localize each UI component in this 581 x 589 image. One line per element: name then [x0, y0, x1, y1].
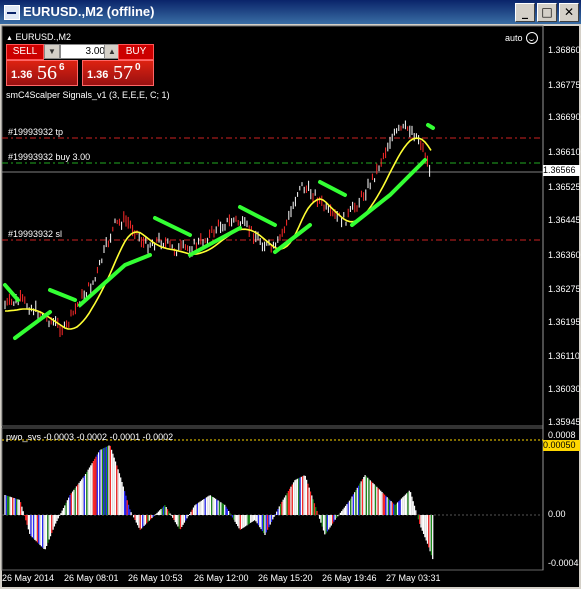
price-tick: 1.36110	[548, 351, 580, 361]
sell-button[interactable]: SELL	[6, 44, 44, 60]
main-chart-frame	[1, 25, 544, 427]
time-tick: 26 May 19:46	[322, 573, 377, 583]
signal-segment	[3, 283, 20, 302]
moving-average-line	[4, 137, 432, 330]
ma-group	[4, 137, 432, 330]
lot-decrease-button[interactable]: ▼	[44, 44, 60, 59]
price-tick: 1.36525	[548, 182, 581, 192]
signal-segment	[188, 226, 242, 257]
app-window: EURUSD.,M2 (offline) _ □ ✕ ▲ EURUSD.,M2 …	[0, 0, 581, 589]
price-tick: 1.36275	[548, 284, 581, 294]
current-price-badge: 1.36566	[543, 165, 580, 176]
buy-order-label: #19993932 buy 3.00	[8, 152, 91, 162]
time-tick: 26 May 12:00	[194, 573, 249, 583]
sl-order-label: #19993932 sl	[8, 229, 63, 239]
time-tick: 27 May 03:31	[386, 573, 441, 583]
price-tick: 1.36690	[548, 112, 581, 122]
auto-scroll-label: auto	[505, 33, 523, 43]
time-tick: 26 May 15:20	[258, 573, 313, 583]
signal-segment	[153, 216, 192, 237]
time-tick: 26 May 2014	[2, 573, 55, 583]
symbol-text: EURUSD.,M2	[15, 32, 71, 42]
time-tick: 26 May 08:01	[64, 573, 119, 583]
oscillator-label: pwo_svs -0.0003 -0.0002 -0.0001 -0.0002	[6, 432, 174, 442]
price-tick: 1.36360	[548, 250, 581, 260]
chart-symbol-label: ▲ EURUSD.,M2	[6, 32, 71, 42]
signal-segment	[350, 158, 427, 227]
price-tick: 1.36610	[548, 147, 581, 157]
price-tick: 1.35945	[548, 417, 581, 427]
oscillator-group	[4, 445, 434, 560]
buy-price-sup: 0	[135, 62, 141, 73]
signal-segment	[48, 288, 77, 302]
tp-order-label: #19993932 tp	[8, 127, 64, 137]
buy-price-prefix: 1.36	[87, 69, 109, 81]
sell-price-big: 56	[37, 62, 57, 84]
lot-size-input[interactable]: 3.00	[60, 44, 108, 59]
time-tick: 26 May 10:53	[128, 573, 183, 583]
chart-svg	[1, 25, 544, 571]
indicator-label: smC4Scalper Signals_v1 (3, E,E,E, C; 1)	[6, 90, 170, 100]
buy-price-big: 57	[113, 62, 133, 84]
expert-smiley-icon	[526, 32, 538, 44]
signal-segment	[318, 180, 347, 197]
sell-price-prefix: 1.36	[11, 69, 33, 81]
price-tick: 1.36775	[548, 80, 581, 90]
price-tick: 1.36030	[548, 384, 581, 394]
signal-segment	[13, 310, 52, 340]
sell-price-box[interactable]: 1.36 56 6	[6, 60, 78, 86]
buy-price-box[interactable]: 1.36 57 0	[82, 60, 154, 86]
osc-tick: 0.00	[548, 509, 566, 519]
osc-tick: -0.0004	[548, 558, 579, 568]
signal-segment	[426, 123, 435, 130]
price-tick: 1.36445	[548, 215, 581, 225]
one-click-trading-panel: SELL ▼ 3.00 ▲ BUY 1.36 56 6 1.36 57 0	[6, 44, 154, 86]
osc-tick: 0.0008	[548, 430, 576, 440]
buy-button[interactable]: BUY	[118, 44, 154, 60]
sell-price-sup: 6	[59, 62, 65, 73]
price-tick: 1.36860	[548, 45, 581, 55]
price-tick: 1.36195	[548, 317, 581, 327]
osc-highlight-badge: 0.00050	[543, 440, 580, 451]
